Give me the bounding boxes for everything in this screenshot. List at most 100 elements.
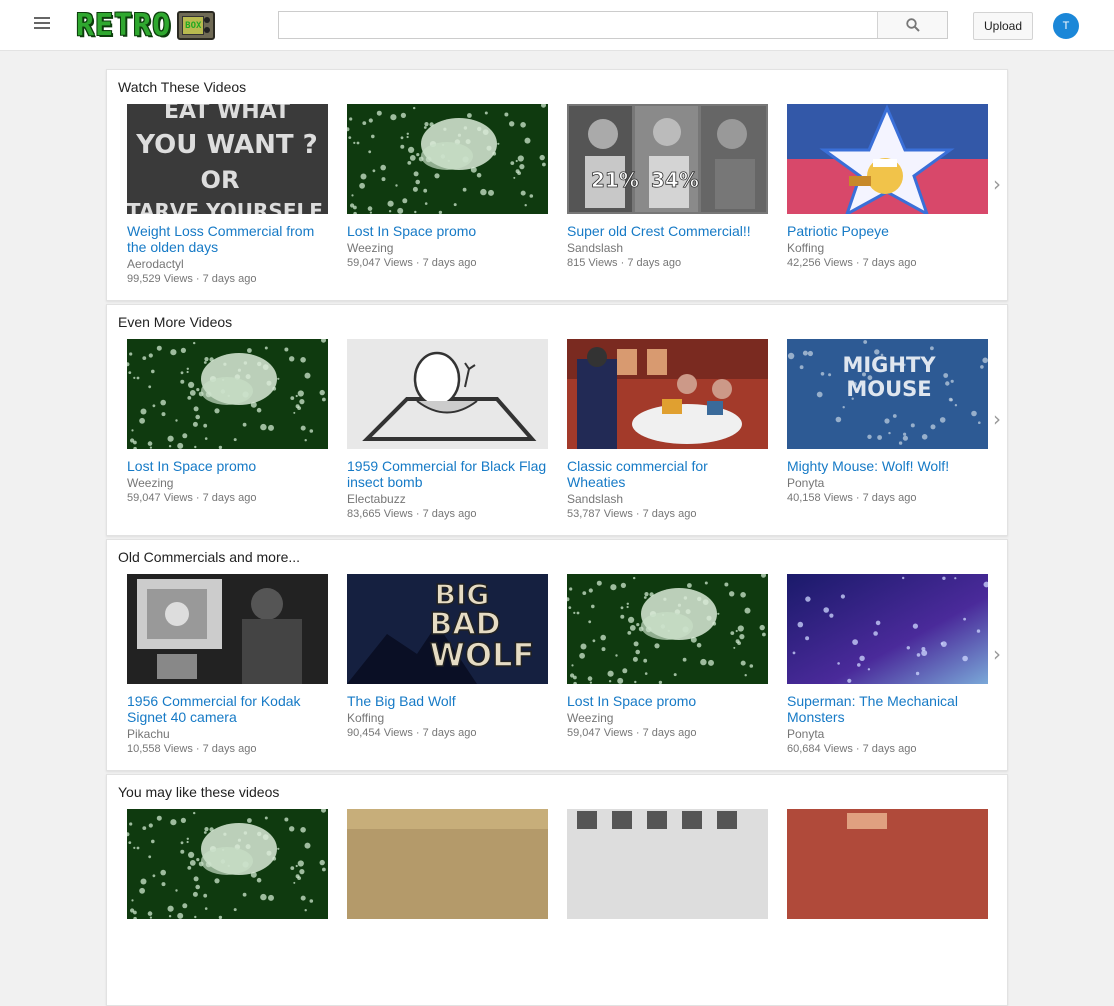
- video-title-link[interactable]: Weight Loss Commercial from the olden da…: [127, 223, 328, 255]
- search-bar: [278, 11, 948, 39]
- logo-text: RETRO: [76, 7, 172, 43]
- video-title-link[interactable]: Classic commercial for Wheaties: [567, 458, 768, 490]
- upload-button[interactable]: Upload: [973, 12, 1033, 40]
- video-meta: 10,558 Views · 7 days ago: [127, 743, 257, 755]
- video-title-link[interactable]: The Big Bad Wolf: [347, 693, 548, 709]
- video-section: Even More Videos Lost In Space promo Wee…: [106, 304, 1008, 536]
- video-title-link[interactable]: Super old Crest Commercial!!: [567, 223, 768, 239]
- video-thumbnail[interactable]: [347, 809, 548, 919]
- video-channel[interactable]: Aerodactyl: [127, 257, 328, 272]
- video-card[interactable]: Lost In Space promo Weezing 59,047 Views…: [347, 104, 548, 271]
- section-title: You may like these videos: [118, 784, 280, 800]
- video-title-link[interactable]: Lost In Space promo: [127, 458, 328, 474]
- svg-text:MOUSE: MOUSE: [846, 377, 931, 401]
- svg-text:OR: OR: [201, 166, 240, 194]
- video-card[interactable]: [567, 809, 768, 928]
- video-thumbnail[interactable]: [787, 574, 988, 684]
- video-channel[interactable]: Weezing: [127, 476, 328, 491]
- video-thumbnail[interactable]: EAT WHAT YOU WANT ? OR STARVE YOURSELF ?: [127, 104, 328, 214]
- video-card[interactable]: Classic commercial for Wheaties Sandslas…: [567, 339, 768, 522]
- video-thumbnail[interactable]: [347, 339, 548, 449]
- video-card[interactable]: EAT WHAT YOU WANT ? OR STARVE YOURSELF ?…: [127, 104, 328, 287]
- video-meta: 815 Views · 7 days ago: [567, 257, 682, 269]
- video-card[interactable]: BIG BAD WOLF The Big Bad Wolf Koffing 90,4…: [347, 574, 548, 741]
- video-meta: 53,787 Views · 7 days ago: [567, 508, 697, 520]
- video-channel[interactable]: Koffing: [787, 241, 988, 256]
- video-card[interactable]: 21% 34% Super old Crest Commercial!! Sand…: [567, 104, 768, 271]
- video-title-link[interactable]: 1959 Commercial for Black Flag insect bo…: [347, 458, 548, 490]
- video-card[interactable]: [787, 809, 988, 928]
- svg-text:MIGHTY: MIGHTY: [842, 353, 936, 377]
- video-title-link[interactable]: 1956 Commercial for Kodak Signet 40 came…: [127, 693, 328, 725]
- video-meta: 99,529 Views · 7 days ago: [127, 273, 257, 285]
- svg-text:YOU WANT ?: YOU WANT ?: [135, 130, 317, 160]
- section-title: Old Commercials and more...: [118, 549, 301, 565]
- next-arrow-icon[interactable]: ›: [993, 642, 1001, 666]
- video-channel[interactable]: Ponyta: [787, 727, 988, 742]
- video-meta: 83,665 Views · 7 days ago: [347, 508, 477, 520]
- video-thumbnail[interactable]: [127, 809, 328, 919]
- next-arrow-icon[interactable]: ›: [993, 407, 1001, 431]
- svg-text:34%: 34%: [651, 168, 699, 192]
- video-card[interactable]: Lost In Space promo Weezing 59,047 Views…: [127, 339, 328, 506]
- video-channel[interactable]: Ponyta: [787, 476, 988, 491]
- video-channel[interactable]: Sandslash: [567, 241, 768, 256]
- video-section: Watch These Videos EAT WHAT YOU WANT ? O…: [106, 69, 1008, 301]
- video-section: Old Commercials and more... 1956 Commerc…: [106, 539, 1008, 771]
- svg-text:EAT WHAT: EAT WHAT: [164, 104, 290, 124]
- video-thumbnail[interactable]: [567, 574, 768, 684]
- video-thumbnail[interactable]: [127, 339, 328, 449]
- top-bar: RETRO BOX Upload T: [0, 0, 1114, 51]
- video-channel[interactable]: Electabuzz: [347, 492, 548, 507]
- video-thumbnail[interactable]: [787, 104, 988, 214]
- video-channel[interactable]: Pikachu: [127, 727, 328, 742]
- video-meta: 60,684 Views · 7 days ago: [787, 743, 917, 755]
- video-thumbnail[interactable]: [567, 809, 768, 919]
- video-thumbnail[interactable]: 21% 34%: [567, 104, 768, 214]
- video-card[interactable]: [127, 809, 328, 928]
- video-card[interactable]: 1956 Commercial for Kodak Signet 40 came…: [127, 574, 328, 757]
- search-icon: [906, 18, 920, 32]
- video-title-link[interactable]: Lost In Space promo: [347, 223, 548, 239]
- video-channel[interactable]: Sandslash: [567, 492, 768, 507]
- search-button[interactable]: [877, 12, 947, 38]
- video-thumbnail[interactable]: [347, 104, 548, 214]
- video-card[interactable]: Lost In Space promo Weezing 59,047 Views…: [567, 574, 768, 741]
- video-thumbnail[interactable]: [127, 574, 328, 684]
- hamburger-menu-icon[interactable]: [34, 17, 50, 31]
- video-thumbnail[interactable]: [567, 339, 768, 449]
- video-card[interactable]: 1959 Commercial for Black Flag insect bo…: [347, 339, 548, 522]
- video-channel[interactable]: Koffing: [347, 711, 548, 726]
- section-title: Even More Videos: [118, 314, 233, 330]
- video-meta: 59,047 Views · 7 days ago: [567, 727, 697, 739]
- svg-text:21%: 21%: [591, 168, 639, 192]
- video-meta: 42,256 Views · 7 days ago: [787, 257, 917, 269]
- logo[interactable]: RETRO BOX: [76, 7, 216, 43]
- svg-text:STARVE YOURSELF ?: STARVE YOURSELF ?: [127, 199, 328, 214]
- video-channel[interactable]: Weezing: [567, 711, 768, 726]
- video-title-link[interactable]: Mighty Mouse: Wolf! Wolf!: [787, 458, 988, 474]
- video-meta: 40,158 Views · 7 days ago: [787, 492, 917, 504]
- video-channel[interactable]: Weezing: [347, 241, 548, 256]
- video-thumbnail[interactable]: MIGHTY MOUSE: [787, 339, 988, 449]
- video-meta: 59,047 Views · 7 days ago: [347, 257, 477, 269]
- video-card[interactable]: MIGHTY MOUSE Mighty Mouse: Wolf! Wolf! Po…: [787, 339, 988, 506]
- video-card[interactable]: [347, 809, 548, 928]
- logo-badge: BOX: [182, 15, 205, 35]
- video-title-link[interactable]: Superman: The Mechanical Monsters: [787, 693, 988, 725]
- svg-text:WOLF: WOLF: [430, 636, 535, 674]
- video-section: You may like these videos: [106, 774, 1008, 1006]
- video-title-link[interactable]: Patriotic Popeye: [787, 223, 988, 239]
- avatar[interactable]: T: [1053, 13, 1079, 39]
- search-input[interactable]: [279, 12, 878, 38]
- section-title: Watch These Videos: [118, 79, 247, 95]
- video-meta: 90,454 Views · 7 days ago: [347, 727, 477, 739]
- tv-icon: BOX: [177, 10, 216, 40]
- video-meta: 59,047 Views · 7 days ago: [127, 492, 257, 504]
- video-thumbnail[interactable]: [787, 809, 988, 919]
- video-card[interactable]: Patriotic Popeye Koffing 42,256 Views · …: [787, 104, 988, 271]
- video-card[interactable]: Superman: The Mechanical Monsters Ponyta…: [787, 574, 988, 757]
- next-arrow-icon[interactable]: ›: [993, 172, 1001, 196]
- video-title-link[interactable]: Lost In Space promo: [567, 693, 768, 709]
- video-thumbnail[interactable]: BIG BAD WOLF: [347, 574, 548, 684]
